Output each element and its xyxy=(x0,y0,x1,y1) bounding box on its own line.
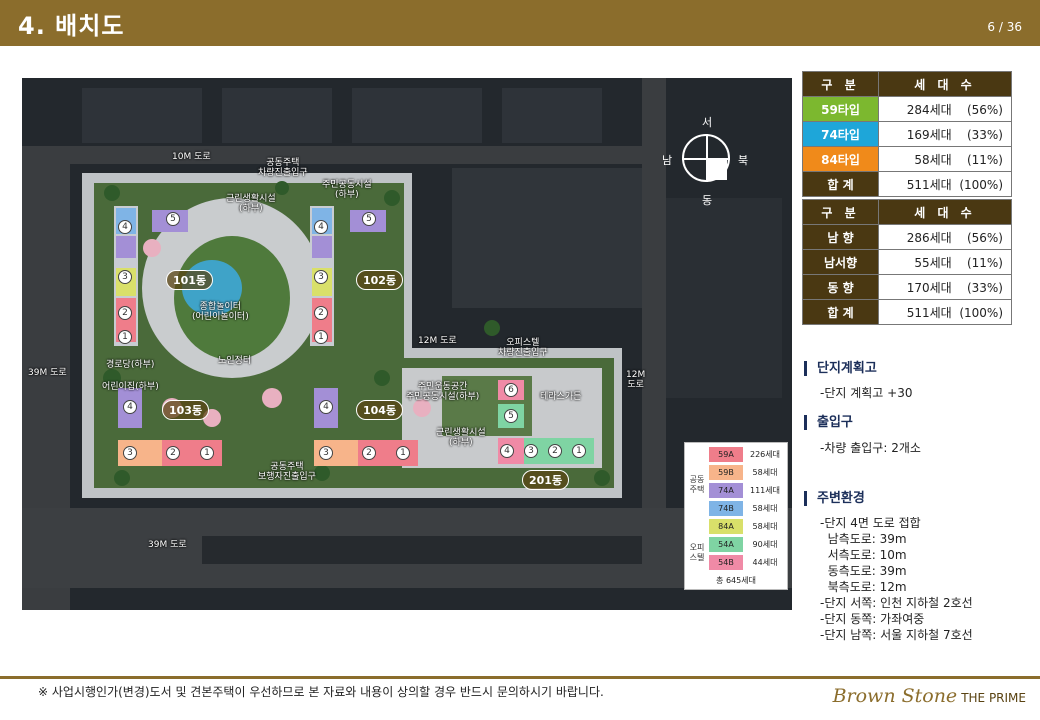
unit-type-table: 구 분 세 대 수 59타입 284세대 (56%) 74타입 169세대 (3… xyxy=(802,71,1012,197)
compass-icon xyxy=(682,134,730,182)
road-label-mid: 12M 도로 xyxy=(418,336,457,346)
label-neighborhood-facility-2: 근린생활시설 (하부) xyxy=(436,428,486,448)
label-terrace-garden: 테라스가든 xyxy=(540,392,582,402)
compass-label-right: 북 xyxy=(738,154,749,167)
unit-marker: 4 xyxy=(319,400,333,414)
section-body-surroundings: -단지 4면 도로 접합 남측도로: 39m 서측도로: 10m 동측도로: 3… xyxy=(820,516,973,642)
compass-label-bottom: 동 xyxy=(702,194,713,207)
footer-divider xyxy=(0,676,1040,679)
legend-row: 54A 90세대 xyxy=(709,537,785,552)
table-row: 남 향 286세대 (56%) xyxy=(802,224,1012,250)
table-row: 84타입 58세대 (11%) xyxy=(802,146,1012,172)
section-body-elevation: -단지 계획고 +30 xyxy=(820,386,913,400)
footer-disclaimer: ※ 사업시행인가(변경)도서 및 견본주택이 우선하므로 본 자료와 내용이 상… xyxy=(38,685,604,699)
building-103-label: 103동 xyxy=(162,400,210,420)
label-fitness-space: 주민운동공간 주민공동시설(하부) xyxy=(406,382,480,402)
unit-marker: 2 xyxy=(548,444,562,458)
legend-row: 54B 44세대 xyxy=(709,555,785,570)
legend-row: 74A 111세대 xyxy=(709,483,785,498)
legend-group-apartment: 공동 주택 xyxy=(689,475,705,494)
unit-marker: 4 xyxy=(123,400,137,414)
building-101-label: 101동 xyxy=(166,270,214,290)
unit-marker: 2 xyxy=(166,446,180,460)
legend-row: 74B 58세대 xyxy=(709,501,785,516)
table-row: 동 향 170세대 (33%) xyxy=(802,274,1012,300)
road-label-south: 39M 도로 xyxy=(148,540,187,550)
unit-marker: 3 xyxy=(123,446,137,460)
legend-row: 59A 226세대 xyxy=(709,447,785,462)
unit-marker: 2 xyxy=(118,306,132,320)
orientation-table: 구 분 세 대 수 남 향 286세대 (56%) 남서향 55세대 (11%)… xyxy=(802,199,1012,325)
road-label-east: 12M 도로 xyxy=(626,370,646,390)
label-daycare: 어린이집(하부) xyxy=(102,382,159,392)
legend-row: 59B 58세대 xyxy=(709,465,785,480)
table-row: 합 계 511세대 (100%) xyxy=(802,299,1012,325)
brand-logo: Brown Stone THE PRIME xyxy=(832,685,1026,707)
unit-marker: 1 xyxy=(396,446,410,460)
unit-marker: 4 xyxy=(500,444,514,458)
unit-marker: 1 xyxy=(200,446,214,460)
unit-marker: 4 xyxy=(118,220,132,234)
label-gate-residential: 공동주택 차량진출입구 xyxy=(258,158,308,178)
unit-marker: 3 xyxy=(118,270,132,284)
table-row: 59타입 284세대 (56%) xyxy=(802,96,1012,122)
site-plan-graphic xyxy=(22,78,792,610)
header-bar: 4. 배치도 6 / 36 xyxy=(0,0,1040,46)
unit-type-legend: 공동 주택 오피 스텔 59A 226세대 59B 58세대 74A 111세대… xyxy=(684,442,788,590)
unit-marker: 4 xyxy=(314,220,328,234)
unit-marker: 3 xyxy=(319,446,333,460)
table-header: 구 분 xyxy=(802,71,879,97)
unit-marker: 5 xyxy=(362,212,376,226)
unit-marker: 6 xyxy=(504,383,518,397)
label-senior-center: 경로당(하부) xyxy=(106,360,155,370)
page-title: 4. 배치도 xyxy=(18,12,125,40)
label-neighborhood-facility: 근린생활시설 (하부) xyxy=(226,194,276,214)
building-102-label: 102동 xyxy=(356,270,404,290)
unit-marker: 5 xyxy=(166,212,180,226)
unit-marker: 3 xyxy=(524,444,538,458)
compass-label-left: 남 xyxy=(662,154,673,167)
page-number: 6 / 36 xyxy=(987,20,1022,34)
compass-label-top: 서 xyxy=(702,116,713,129)
legend-total: 총 645세대 xyxy=(716,576,756,585)
section-heading-entrance: 출입구 xyxy=(804,415,853,430)
site-plan-image: 10M 도로 39M 도로 39M 도로 12M 도로 12M 도로 공동주택 … xyxy=(22,78,792,610)
unit-marker: 1 xyxy=(314,330,328,344)
unit-marker: 3 xyxy=(314,270,328,284)
legend-group-officetel: 오피 스텔 xyxy=(689,543,705,562)
table-row: 74타입 169세대 (33%) xyxy=(802,121,1012,147)
label-senior-area: 노인정터 xyxy=(218,356,252,366)
unit-marker: 1 xyxy=(572,444,586,458)
table-row: 합 계 511세대 (100%) xyxy=(802,171,1012,197)
table-row: 남서향 55세대 (11%) xyxy=(802,249,1012,275)
legend-row: 84A 58세대 xyxy=(709,519,785,534)
unit-marker: 5 xyxy=(504,409,518,423)
label-gate-officetel: 오피스텔 차량진출입구 xyxy=(498,338,548,358)
table-header: 구 분 xyxy=(802,199,879,225)
label-community-facility: 주민공동시설 (하부) xyxy=(322,180,372,200)
label-pedestrian-gate: 공동주택 보행자진출입구 xyxy=(258,462,316,482)
road-label-west: 39M 도로 xyxy=(28,368,67,378)
unit-marker: 2 xyxy=(314,306,328,320)
section-body-entrance: -차량 출입구: 2개소 xyxy=(820,441,921,455)
section-heading-surroundings: 주변환경 xyxy=(804,491,865,506)
unit-marker: 1 xyxy=(118,330,132,344)
section-heading-elevation: 단지계획고 xyxy=(804,361,877,376)
label-playground: 종합놀이터 (어린이놀이터) xyxy=(192,302,249,322)
building-104-label: 104동 xyxy=(356,400,404,420)
unit-marker: 2 xyxy=(362,446,376,460)
table-header: 세 대 수 xyxy=(878,199,1012,225)
table-header: 세 대 수 xyxy=(878,71,1012,97)
building-201-label: 201동 xyxy=(522,470,570,490)
road-label-north: 10M 도로 xyxy=(172,152,211,162)
